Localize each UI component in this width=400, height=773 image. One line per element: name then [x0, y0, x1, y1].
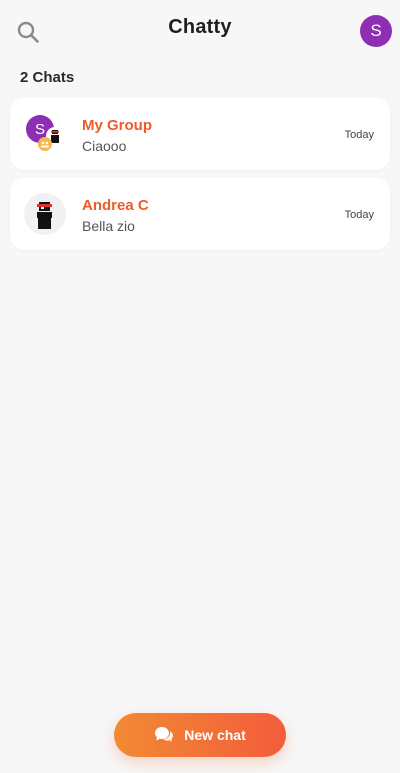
chat-name: Andrea C [82, 197, 149, 214]
chat-timestamp: Today [344, 209, 374, 221]
member-avatar-icon [38, 137, 52, 151]
chat-item-andrea-c[interactable]: Andrea C Bella zio Today [10, 178, 390, 250]
chat-last-message: Ciaooo [82, 138, 127, 154]
page-title: Chatty [168, 16, 232, 38]
person-avatar-icon [24, 193, 66, 235]
chat-count-label: 2 Chats [20, 69, 75, 86]
chat-last-message: Bella zio [82, 218, 135, 234]
new-chat-button[interactable]: New chat [114, 713, 286, 757]
top-bar: Chatty S [0, 0, 400, 62]
chat-bubbles-icon [155, 727, 174, 742]
chat-list: S My Group Ciaooo Today Andrea C Bella z… [10, 98, 390, 258]
app-root: Chatty S 2 Chats S My Group Ciaooo Today… [0, 0, 400, 773]
new-chat-label: New chat [184, 727, 246, 743]
chat-name: My Group [82, 117, 152, 134]
chat-item-my-group[interactable]: S My Group Ciaooo Today [10, 98, 390, 170]
group-avatar: S [24, 113, 66, 155]
profile-avatar-button[interactable]: S [360, 15, 392, 47]
chat-timestamp: Today [344, 129, 374, 141]
